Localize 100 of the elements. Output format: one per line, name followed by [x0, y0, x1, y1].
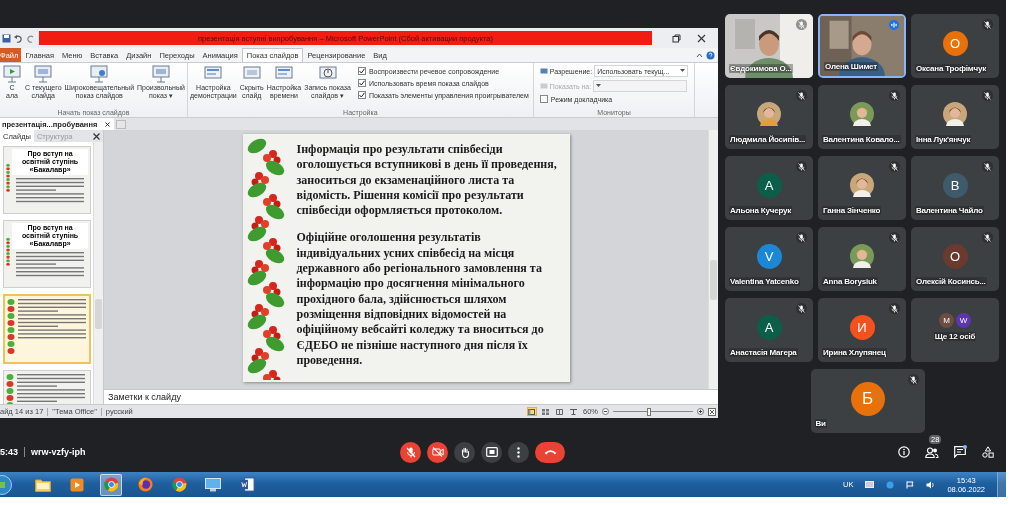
save-icon[interactable] [2, 33, 11, 43]
browser-icon [171, 477, 187, 492]
blurred-text-drawing [15, 251, 86, 277]
meeting-code: wrw-vzfy-iph [31, 447, 86, 457]
checkbox[interactable] [357, 79, 366, 87]
slideshow-icon [570, 408, 578, 415]
scrollbar[interactable] [708, 130, 718, 389]
folder-icon [35, 477, 51, 492]
participant-name: Valentina Yatcenko [729, 277, 800, 286]
browser-icon [103, 477, 119, 492]
checkbox[interactable] [357, 67, 366, 75]
participant-tile[interactable]: О Олексій Косинсь... [911, 227, 999, 291]
document-icon [239, 477, 255, 492]
muted-mic-icon [405, 446, 416, 458]
screen-icon [89, 65, 110, 83]
info-icon [898, 446, 910, 458]
avatar: О [942, 30, 968, 56]
notes-field[interactable]: Заметки к слайду [104, 389, 718, 404]
more-options-button[interactable] [508, 441, 529, 463]
participant-tile[interactable]: M W Ще 12 осіб [911, 298, 999, 362]
participant-tile[interactable]: Людмила Йосипів... [725, 85, 813, 149]
close-icon[interactable] [697, 33, 706, 43]
microphone-button[interactable] [400, 441, 421, 463]
avatar: О [942, 243, 968, 269]
leave-call-button[interactable] [535, 441, 565, 463]
redo-icon[interactable] [26, 33, 35, 43]
avatar: А [756, 314, 782, 340]
close-icon[interactable] [93, 132, 100, 140]
avatar: В [942, 172, 968, 198]
avatar: W [956, 313, 971, 328]
checkbox[interactable] [539, 95, 548, 103]
view-button[interactable] [541, 407, 551, 416]
start-button[interactable] [0, 474, 12, 495]
zoom-in-icon[interactable] [697, 408, 704, 415]
avatar: Б [850, 382, 885, 416]
participant-tile[interactable]: Anna Borysiuk [818, 227, 906, 291]
camera-button[interactable] [427, 441, 448, 463]
caret-icon [596, 84, 602, 88]
view-button[interactable] [555, 407, 565, 416]
participant-name: Оксана Трофімчук [915, 64, 987, 73]
present-button[interactable] [481, 441, 502, 463]
keyboard-icon[interactable] [865, 481, 875, 488]
screen-icon [150, 65, 171, 83]
browser-icon [137, 477, 153, 492]
avatar: А [756, 172, 782, 198]
caret-icon [680, 69, 686, 73]
view-button[interactable] [527, 407, 537, 416]
view-icon [542, 408, 550, 415]
slide-paragraph: Офіційне оголошення результатів індивідуальних усних співбесід на місця державного або регіонального замовлення та інформацію про досягнення мінімального прохідного бала, здійснюється шляхом розміщення відповідних відомостей на офіційному вебсайті коледжу та вноситься до ЄДЕБО не пізніше наступного дня після їх проведення. [296, 230, 545, 369]
participant-name: Олексій Косинсь... [915, 277, 987, 286]
berry-border-drawing [7, 298, 15, 356]
restore-icon[interactable] [672, 33, 681, 43]
participant-name: Олена Шимет [824, 62, 878, 71]
media-player-icon [70, 477, 84, 492]
view-button[interactable] [569, 407, 579, 416]
participant-tile[interactable]: Євдокимова О... [725, 14, 813, 78]
flag-icon[interactable] [906, 480, 915, 489]
view-icon [556, 408, 564, 415]
participant-tile[interactable]: О Оксана Трофімчук [911, 14, 999, 78]
zoom-slider[interactable] [613, 407, 693, 416]
chat-icon [954, 446, 966, 458]
view-icon [528, 408, 536, 415]
checkbox[interactable] [357, 91, 366, 99]
participant-tile[interactable]: Інна Лук'янчук [911, 85, 999, 149]
screen-icon [33, 65, 54, 83]
undo-icon[interactable] [14, 33, 23, 43]
speaker-icon[interactable] [926, 480, 936, 489]
hand-icon [459, 446, 470, 458]
participant-name: Євдокимова О... [729, 64, 793, 73]
participant-tile[interactable]: V Valentina Yatcenko [725, 227, 813, 291]
present-screen-icon [485, 447, 498, 457]
people-button[interactable] [924, 444, 940, 460]
scrollbar[interactable] [93, 142, 103, 404]
participant-tile[interactable]: В Валентина Чайло [911, 156, 999, 220]
meeting-time: 5:43 [0, 447, 18, 457]
participant-tile[interactable]: А Анастасія Магера [725, 298, 813, 362]
help-icon[interactable] [706, 50, 715, 60]
participant-tile[interactable]: Б Ви [810, 369, 925, 433]
participant-tile[interactable]: Олена Шимет [818, 14, 906, 78]
avatar: V [756, 243, 782, 269]
camera-off-icon [431, 447, 444, 457]
avatar: И [849, 314, 875, 340]
activities-icon [982, 446, 994, 458]
collapse-icon[interactable] [696, 51, 703, 59]
participant-tile[interactable]: Валентина Ковало... [818, 85, 906, 149]
raise-hand-button[interactable] [454, 441, 475, 463]
participant-tile[interactable]: И Ирина Хлупянец [818, 298, 906, 362]
avatar: M [939, 313, 954, 328]
chat-button[interactable] [952, 444, 968, 460]
info-button[interactable] [896, 444, 912, 460]
fit-icon[interactable] [708, 407, 716, 416]
zoom-out-icon[interactable] [602, 408, 609, 415]
slide-thumbnail[interactable] [3, 294, 91, 364]
participant-tile[interactable]: А Альона Кучерук [725, 156, 813, 220]
participant-tile[interactable]: Ганна Зінченко [818, 156, 906, 220]
more-icon [517, 446, 520, 458]
close-icon[interactable] [105, 121, 111, 127]
screen-icon [2, 65, 22, 83]
taskbar-app[interactable] [100, 473, 122, 496]
activities-button[interactable] [980, 444, 996, 460]
